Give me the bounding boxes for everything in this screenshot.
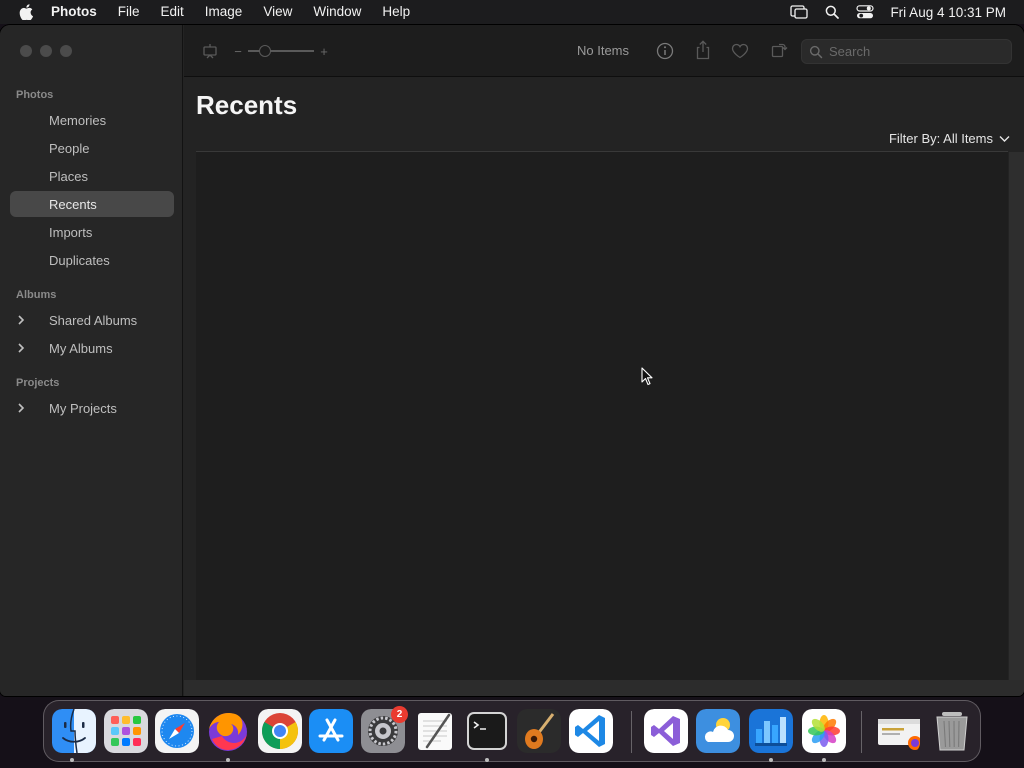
filter-label: Filter By: All Items [888,131,993,146]
dock-keynote-icon[interactable] [749,709,793,753]
search-input[interactable] [829,44,999,59]
search-icon [809,45,823,58]
dock-vscode-icon[interactable] [569,709,613,753]
dock-running-indicator [769,758,773,762]
sidebar-item-label: Recents [49,196,97,212]
zoom-slider[interactable] [248,45,314,57]
mouse-cursor-icon [641,367,653,386]
spotlight-search-icon[interactable] [822,4,842,20]
menu-help[interactable]: Help [382,0,410,24]
dock-finder-icon[interactable] [52,709,96,753]
photo-grid[interactable] [196,152,1008,680]
sidebar-item-recents[interactable]: Recents [10,191,174,217]
sidebar-section-albums: Albums [16,289,57,301]
screen-mirroring-icon[interactable] [789,4,809,20]
menu-bar-clock[interactable]: Fri Aug 4 10:31 PM [890,5,1006,20]
page-title: Recents [196,90,298,120]
disclosure-chevron-icon[interactable] [16,402,26,414]
sidebar-item-label: Places [49,168,89,184]
sidebar-section-projects: Projects [16,377,60,389]
menu-image[interactable]: Image [205,0,243,24]
zoom-out-icon[interactable]: − [232,42,244,60]
disclosure-chevron-icon[interactable] [16,342,26,354]
slideshow-icon[interactable] [201,42,219,60]
window-controls [20,45,80,57]
zoom-in-icon[interactable]: + [318,42,330,60]
sidebar-item-label: Imports [49,224,93,240]
dock-terminal-icon[interactable] [465,709,509,753]
sidebar: Photos Memories People Places Recents Im… [0,25,183,696]
minimize-window-button[interactable] [40,45,52,57]
dock-visual-studio-icon[interactable] [644,709,688,753]
dock-separator [631,711,632,753]
item-count-status: No Items [577,43,630,58]
dock-textedit-icon[interactable] [413,709,457,753]
toolbar: − + No Items [184,25,1024,77]
sidebar-item-places[interactable]: Places [10,163,174,189]
dock-weather-icon[interactable] [696,709,740,753]
sidebar-item-label: Duplicates [49,252,110,268]
chevron-down-icon [999,135,1010,142]
sidebar-item-memories[interactable]: Memories [10,107,174,133]
zoom-window-button[interactable] [60,45,72,57]
dock-separator [861,711,862,753]
apple-menu-icon[interactable] [19,4,35,20]
dock-safari-icon[interactable] [155,709,199,753]
dock-running-indicator [822,758,826,762]
dock-garageband-icon[interactable] [517,709,561,753]
share-icon[interactable] [693,39,713,61]
sidebar-item-label: Memories [49,112,107,128]
menu-app-name[interactable]: Photos [51,0,97,24]
favorite-heart-icon[interactable] [730,41,750,61]
dock-photos-icon[interactable] [802,709,846,753]
photos-window: Photos Memories People Places Recents Im… [0,25,1024,696]
search-field[interactable] [801,39,1012,64]
filter-dropdown[interactable]: Filter By: All Items [889,131,1010,146]
rotate-icon[interactable] [769,40,789,60]
sidebar-item-label: My Projects [49,400,117,416]
dock-downloads-stack-icon[interactable] [876,709,920,753]
sidebar-item-label: My Albums [49,340,113,356]
dock-trash-icon[interactable] [930,709,974,753]
zoom-slider-knob[interactable] [259,45,271,57]
control-center-icon[interactable] [855,4,875,20]
close-window-button[interactable] [20,45,32,57]
sidebar-item-label: People [49,140,90,156]
disclosure-chevron-icon[interactable] [16,314,26,326]
main-content: Recents Filter By: All Items [184,78,1024,696]
menu-bar: Photos File Edit Image View Window Help … [0,0,1024,24]
menu-window[interactable]: Window [313,0,361,24]
vertical-scrollbar[interactable] [1009,152,1024,680]
dock-app-store-icon[interactable] [309,709,353,753]
horizontal-scrollbar[interactable] [184,680,1024,696]
notification-badge: 2 [391,706,408,723]
dock-chrome-icon[interactable] [258,709,302,753]
sidebar-item-imports[interactable]: Imports [10,219,174,245]
sidebar-section-photos: Photos [16,89,54,101]
sidebar-item-my-albums[interactable]: My Albums [10,335,174,361]
sidebar-item-duplicates[interactable]: Duplicates [10,247,174,273]
sidebar-item-label: Shared Albums [49,312,138,328]
dock-running-indicator [70,758,74,762]
sidebar-item-people[interactable]: People [10,135,174,161]
dock: 2 [43,700,981,762]
menu-view[interactable]: View [263,0,292,24]
menu-edit[interactable]: Edit [161,0,184,24]
dock-running-indicator [485,758,489,762]
menu-file[interactable]: File [118,0,140,24]
sidebar-item-my-projects[interactable]: My Projects [10,395,174,421]
dock-firefox-icon[interactable] [206,709,250,753]
sidebar-item-shared-albums[interactable]: Shared Albums [10,307,174,333]
dock-running-indicator [226,758,230,762]
info-icon[interactable] [655,41,675,61]
dock-launchpad-icon[interactable] [104,709,148,753]
